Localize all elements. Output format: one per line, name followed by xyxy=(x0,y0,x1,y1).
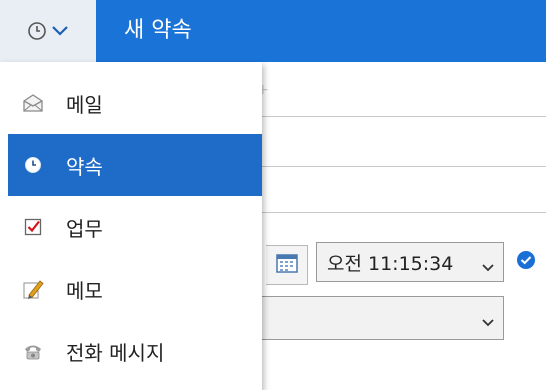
menu-item-label: 약속 xyxy=(66,154,103,179)
menu-item-mail[interactable]: 메일 xyxy=(8,72,262,134)
check-circle-icon xyxy=(516,250,536,274)
form-divider-2 xyxy=(262,166,546,167)
chevron-down-icon xyxy=(51,25,69,37)
calendar-button[interactable] xyxy=(266,245,308,285)
start-time-select[interactable]: 오전 11:15:34 xyxy=(316,242,504,282)
checkbox-icon xyxy=(20,214,46,240)
chevron-down-icon xyxy=(482,313,494,332)
form-divider-1 xyxy=(262,116,546,117)
calendar-icon xyxy=(275,253,298,277)
item-type-menu: 메일 약속 업무 메모 전화 메시지 xyxy=(0,62,262,390)
envelope-icon xyxy=(20,90,46,116)
clock-icon xyxy=(27,21,47,41)
menu-item-label: 메모 xyxy=(66,278,103,303)
start-time-value: 오전 11:15:34 xyxy=(327,252,454,275)
reminder-select[interactable] xyxy=(262,296,504,340)
form-divider-3 xyxy=(262,212,546,213)
menu-item-memo[interactable]: 메모 xyxy=(8,258,262,320)
clock-icon xyxy=(20,152,46,178)
phone-icon xyxy=(20,338,46,364)
menu-item-label: 전화 메시지 xyxy=(66,340,165,365)
menu-item-label: 업무 xyxy=(66,216,103,241)
menu-item-appointment[interactable]: 약속 xyxy=(8,134,262,196)
menu-item-phone-message[interactable]: 전화 메시지 xyxy=(8,320,262,382)
menu-item-task[interactable]: 업무 xyxy=(8,196,262,258)
chevron-down-icon xyxy=(482,256,494,278)
menu-item-label: 메일 xyxy=(66,92,103,117)
pencil-icon xyxy=(20,276,46,302)
window-title: 새 약속 xyxy=(124,18,192,43)
item-type-button[interactable] xyxy=(0,0,96,62)
